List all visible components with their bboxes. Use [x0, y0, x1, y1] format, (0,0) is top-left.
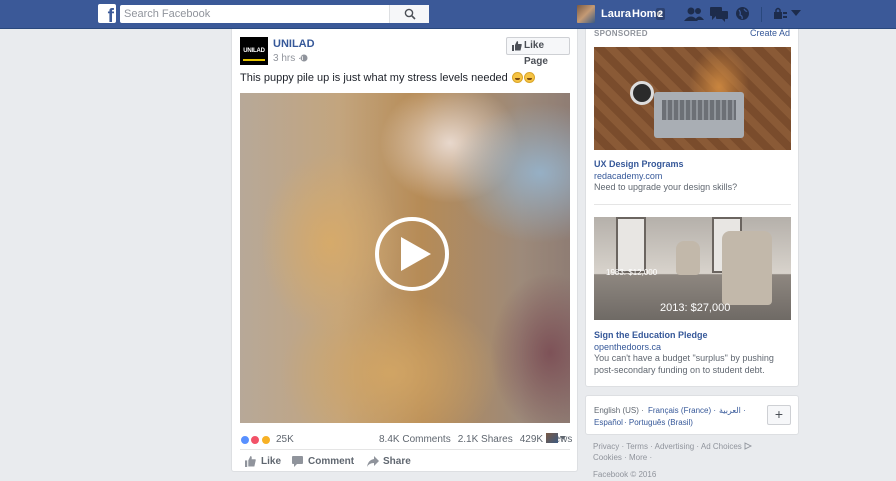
ad-image-backpacks[interactable]: 1983: $12,000 2013: $27,000	[594, 217, 791, 320]
ad-domain[interactable]: openthedoors.ca	[594, 342, 661, 352]
shares-count-link[interactable]: 2.1K Shares	[458, 434, 513, 445]
home-badge: 2	[656, 8, 666, 20]
user-name-link[interactable]: Laura	[601, 8, 631, 20]
language-link-portuguese[interactable]: · Português (Brasil)	[624, 418, 693, 427]
ad-domain[interactable]: redacademy.com	[594, 171, 662, 181]
ad-description: You can't have a budget "surplus" by pus…	[594, 353, 774, 375]
nav-divider	[761, 7, 762, 22]
post-text: This puppy pile up is just what my stres…	[240, 72, 535, 84]
haha-reaction-icon	[260, 434, 271, 445]
love-reaction-icon	[250, 434, 261, 445]
large-backpack-shape	[722, 231, 772, 305]
current-language: English (US) ·	[594, 406, 644, 415]
comment-label: Comment	[308, 456, 355, 467]
like-reaction-icon	[240, 434, 250, 445]
reaction-icons[interactable]	[240, 432, 271, 446]
video-player[interactable]	[240, 93, 570, 423]
comments-count-link[interactable]: 8.4K Comments	[379, 434, 451, 445]
like-page-label: Like Page	[524, 40, 548, 67]
small-backpack-shape	[676, 241, 700, 275]
post-timestamp[interactable]: 3 hrs ·	[273, 53, 301, 64]
footer-links-row-2[interactable]: Cookies · More ·	[593, 453, 652, 462]
ad-image-caption-1983: 1983: $12,000	[606, 268, 658, 277]
ad-image-laptop[interactable]	[594, 47, 791, 150]
sponsored-label: SPONSORED	[594, 29, 648, 38]
user-avatar[interactable]	[577, 5, 595, 23]
thumbs-up-icon	[512, 41, 522, 51]
page-name-link[interactable]: UNILAD	[273, 38, 315, 50]
like-page-button[interactable]: Like Page	[506, 37, 570, 67]
footer-links-row-1[interactable]: Privacy · Terms · Advertising · Ad Choic…	[593, 442, 753, 451]
page-avatar[interactable]: UNILAD	[240, 37, 268, 65]
top-navigation-bar: f Laura Home 2	[0, 0, 896, 29]
language-selector-panel: English (US) · Français (France) · العرب…	[585, 395, 799, 435]
account-menu-chevron-down-icon[interactable]	[791, 10, 801, 16]
add-language-button[interactable]: +	[767, 405, 791, 425]
friend-requests-icon[interactable]	[684, 6, 704, 23]
search-input[interactable]	[120, 5, 398, 23]
reaction-count[interactable]: 25K	[276, 434, 294, 445]
like-label: Like	[261, 456, 282, 467]
language-link-french[interactable]: Français (France) ·	[648, 406, 716, 415]
divider	[240, 449, 570, 450]
page-avatar-text: UNILAD	[243, 48, 265, 54]
news-feed-post: UNILAD UNILAD 3 hrs · Like Page This pup…	[231, 29, 578, 472]
divider	[594, 204, 791, 205]
share-button[interactable]: Share	[367, 456, 411, 467]
play-icon	[401, 237, 431, 271]
language-link-arabic[interactable]: العربية ·	[719, 406, 746, 415]
laptop-shape	[654, 92, 744, 138]
play-button[interactable]	[375, 217, 449, 291]
notifications-globe-icon[interactable]	[735, 6, 750, 21]
search-button[interactable]	[389, 5, 429, 23]
like-button[interactable]: Like	[245, 456, 282, 467]
messages-icon[interactable]	[710, 6, 728, 23]
comment-button[interactable]: Comment	[292, 456, 355, 467]
window-shape	[616, 217, 646, 273]
search-icon	[404, 8, 416, 20]
footer-copyright: Facebook © 2016	[593, 470, 657, 479]
privacy-shortcuts-icon[interactable]	[773, 6, 787, 21]
share-arrow-icon	[367, 456, 379, 467]
grimacing-face-emoji-icon	[511, 72, 523, 83]
ad-headline[interactable]: Sign the Education Pledge	[594, 330, 708, 340]
public-globe-icon	[300, 54, 308, 62]
grimacing-face-emoji-icon	[523, 72, 535, 83]
ad-choices-icon[interactable]	[744, 442, 753, 450]
sponsored-ads-panel: SPONSORED Create Ad UX Design Programs r…	[585, 28, 799, 387]
facebook-logo[interactable]: f	[98, 4, 116, 26]
ad-image-caption-2013: 2013: $27,000	[660, 302, 731, 314]
viewer-avatar[interactable]	[546, 433, 558, 443]
comment-icon	[292, 456, 303, 467]
viewer-chevron-down-icon[interactable]	[560, 436, 566, 440]
post-text-content: This puppy pile up is just what my stres…	[240, 72, 508, 84]
create-ad-link[interactable]: Create Ad	[750, 28, 790, 38]
search-box	[120, 5, 429, 23]
coffee-mug-shape	[630, 81, 654, 105]
share-label: Share	[383, 456, 411, 467]
ad-description: Need to upgrade your design skills?	[594, 182, 738, 192]
footer-links[interactable]: Privacy · Terms · Advertising · Ad Choic…	[593, 442, 742, 451]
ad-headline[interactable]: UX Design Programs	[594, 159, 684, 169]
language-link-spanish[interactable]: Español	[594, 418, 623, 427]
thumbs-up-icon	[245, 456, 256, 467]
